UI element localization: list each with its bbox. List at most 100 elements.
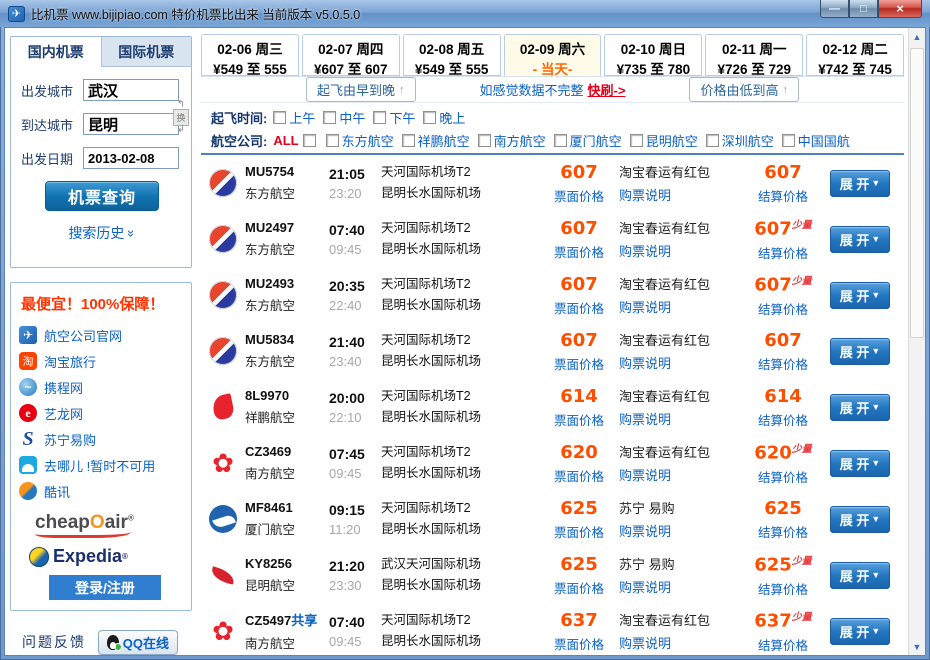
partner-link[interactable]: 苏宁易购 (19, 426, 191, 452)
tab-price-range: ¥607 至 607 (303, 58, 399, 78)
purchase-note-link[interactable]: 购票说明 (619, 577, 737, 596)
swap-cities-button[interactable]: ↰ 换 ↲ (173, 97, 189, 137)
airline-filter-option[interactable]: 东方航空 (326, 131, 394, 150)
checkbox[interactable] (273, 111, 286, 124)
maximize-button[interactable]: □ (849, 0, 878, 18)
checkbox[interactable] (706, 134, 719, 147)
flight-number: MF8461 (245, 500, 293, 515)
checkbox[interactable] (554, 134, 567, 147)
purchase-note-link[interactable]: 购票说明 (619, 353, 737, 372)
departure-airport: 天河国际机场T2 (381, 610, 539, 631)
checkbox[interactable] (402, 134, 415, 147)
expand-button[interactable]: 展 开▼ (830, 394, 890, 421)
airline-filter-option[interactable]: 厦门航空 (554, 131, 622, 150)
checkbox[interactable] (478, 134, 491, 147)
title-bar[interactable]: ✈ 比机票 www.bijipiao.com 特价机票比出来 当前版本 v5.0… (0, 0, 930, 27)
expand-button[interactable]: 展 开▼ (830, 226, 890, 253)
time-filter-option[interactable]: 下午 (373, 108, 415, 127)
depart-city-input[interactable] (83, 79, 179, 101)
tab-price-range: ¥549 至 555 (404, 58, 500, 78)
face-price: 620 (539, 442, 619, 463)
airline-filter-option[interactable]: 中国国航 (782, 131, 850, 150)
search-tickets-button[interactable]: 机票查询 (45, 181, 159, 211)
expand-button[interactable]: 展 开▼ (830, 618, 890, 645)
checkbox[interactable] (323, 111, 336, 124)
partner-link[interactable]: 去哪儿 !暂时不可用 (19, 452, 191, 478)
sort-asc-icon: ↑ (399, 84, 405, 96)
option-label: 上午 (289, 108, 315, 127)
date-tab[interactable]: 02-07 周四 ¥607 至 607 (302, 34, 400, 76)
purchase-note-link[interactable]: 购票说明 (619, 633, 737, 652)
expand-button[interactable]: 展 开▼ (830, 282, 890, 309)
face-price: 607 (539, 330, 619, 351)
checkbox[interactable] (782, 134, 795, 147)
scroll-down-button[interactable]: ▼ (909, 638, 925, 655)
qq-online-button[interactable]: QQ在线 (98, 630, 178, 655)
time-filter-option[interactable]: 中午 (323, 108, 365, 127)
purchase-note-link[interactable]: 购票说明 (619, 521, 737, 540)
airline-filter-option[interactable]: 南方航空 (478, 131, 546, 150)
expand-button[interactable]: 展 开▼ (830, 170, 890, 197)
search-history-link[interactable]: 搜索历史 » (21, 223, 183, 243)
purchase-note-link[interactable]: 购票说明 (619, 185, 737, 204)
departure-time: 20:35 (329, 278, 381, 294)
shared-flight-flag: 共享 (291, 613, 317, 628)
search-panel: 国内机票 国际机票 出发城市 到达城市 ↰ (10, 36, 192, 268)
tab-weekday: 周一 (760, 42, 787, 57)
partner-link[interactable]: 淘宝旅行 (19, 348, 191, 374)
date-tab[interactable]: 02-09 周六 - 当天- (504, 34, 602, 76)
face-price-label: 票面价格 (539, 186, 619, 205)
date-tab[interactable]: 02-06 周三 ¥549 至 555 (201, 34, 299, 76)
time-filter-option[interactable]: 晚上 (423, 108, 465, 127)
airline-all-checkbox[interactable] (303, 134, 316, 147)
expand-button[interactable]: 展 开▼ (830, 562, 890, 589)
date-tab[interactable]: 02-10 周日 ¥735 至 780 (604, 34, 702, 76)
arrive-city-input[interactable] (83, 113, 179, 135)
arrival-time: 22:40 (329, 298, 381, 313)
purchase-note-link[interactable]: 购票说明 (619, 297, 737, 316)
checkbox[interactable] (373, 111, 386, 124)
checkbox[interactable] (326, 134, 339, 147)
expand-button[interactable]: 展 开▼ (830, 506, 890, 533)
airline-filter-option[interactable]: 祥鹏航空 (402, 131, 470, 150)
expand-button[interactable]: 展 开▼ (830, 338, 890, 365)
partner-link[interactable]: 携程网 (19, 374, 191, 400)
fast-refresh-link[interactable]: 快刷-> (588, 83, 626, 98)
expand-arrow-icon: ▼ (871, 346, 880, 356)
vertical-scrollbar[interactable]: ▲ ▼ (908, 28, 925, 655)
minimize-button[interactable]: — (820, 0, 849, 18)
minimize-icon: — (829, 4, 840, 14)
partner-link[interactable]: 航空公司官网 (19, 322, 191, 348)
purchase-note-link[interactable]: 购票说明 (619, 409, 737, 428)
face-price: 625 (539, 498, 619, 519)
date-tab[interactable]: 02-11 周一 ¥726 至 729 (705, 34, 803, 76)
depart-date-input[interactable] (83, 147, 179, 169)
airline-name: 东方航空 (245, 239, 329, 258)
expedia-logo[interactable]: Expedia® (29, 546, 191, 567)
time-filter-option[interactable]: 上午 (273, 108, 315, 127)
partner-link-label: 酷讯 (44, 482, 70, 501)
close-button[interactable]: × (878, 0, 922, 18)
airline-name: 东方航空 (245, 295, 329, 314)
ticket-type-tab[interactable]: 国际机票 (101, 37, 192, 66)
partner-link[interactable]: 酷讯 (19, 478, 191, 504)
purchase-note-link[interactable]: 购票说明 (619, 465, 737, 484)
flight-list: MU5754 东方航空 21:05 23:20 天河国际机场T2 昆明长水国际机… (201, 155, 908, 655)
cheapoair-logo[interactable]: cheapOair® (35, 512, 153, 538)
expand-button[interactable]: 展 开▼ (830, 450, 890, 477)
airline-filter-option[interactable]: 深圳航空 (706, 131, 774, 150)
sort-by-price-button[interactable]: 价格由低到高↑ (689, 77, 799, 102)
airline-filter-option[interactable]: 昆明航空 (630, 131, 698, 150)
checkbox[interactable] (423, 111, 436, 124)
partner-link[interactable]: 艺龙网 (19, 400, 191, 426)
ticket-type-tab[interactable]: 国内机票 (11, 37, 101, 67)
checkbox[interactable] (630, 134, 643, 147)
login-register-button[interactable]: 登录/注册 (49, 575, 161, 600)
sort-by-time-button[interactable]: 起飞由早到晚↑ (306, 77, 416, 102)
scroll-up-button[interactable]: ▲ (909, 28, 925, 45)
purchase-note-link[interactable]: 购票说明 (619, 241, 737, 260)
partner-icon (19, 326, 37, 344)
scrollbar-thumb[interactable] (910, 48, 924, 338)
date-tab[interactable]: 02-08 周五 ¥549 至 555 (403, 34, 501, 76)
date-tab[interactable]: 02-12 周二 ¥742 至 745 (806, 34, 904, 76)
